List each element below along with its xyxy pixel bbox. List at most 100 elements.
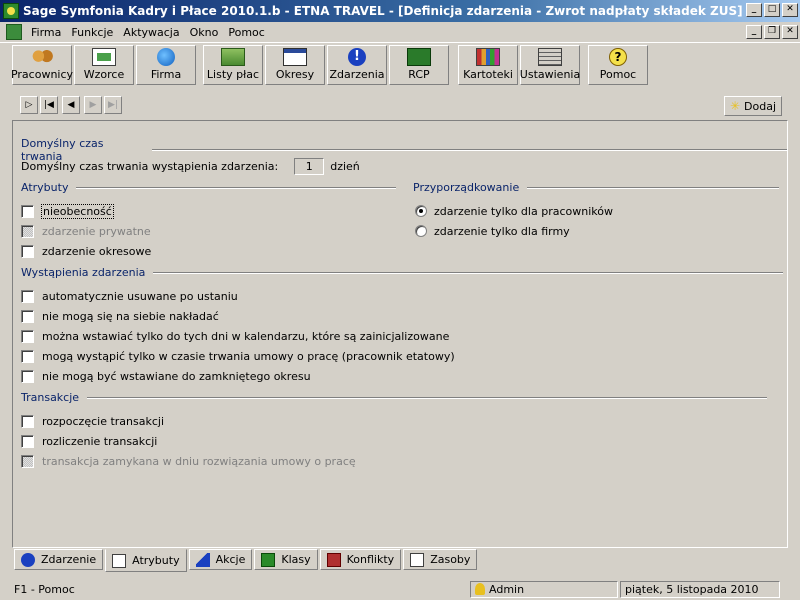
window-title: Sage Symfonia Kadry i Płace 2010.1.b - E… bbox=[23, 4, 743, 18]
menu-firma[interactable]: Firma bbox=[26, 26, 66, 39]
child-minimize-button[interactable]: _ bbox=[746, 25, 762, 39]
auto-remove-label: automatycznie usuwane po ustaniu bbox=[42, 289, 238, 303]
first-record-icon[interactable]: |◀ bbox=[40, 96, 58, 114]
status-user: Admin bbox=[470, 581, 618, 598]
payroll-lists-button[interactable]: Listy płac bbox=[203, 45, 263, 85]
transaction-row[interactable]: rozliczenie transakcji bbox=[21, 433, 157, 449]
help-icon bbox=[609, 48, 627, 66]
default-duration-label: Domyślny czas trwania wystąpienia zdarze… bbox=[21, 159, 279, 173]
next-record-icon[interactable]: ▶ bbox=[84, 96, 102, 114]
company-label: Firma bbox=[150, 68, 182, 81]
records-button[interactable]: Kartoteki bbox=[458, 45, 518, 85]
start-transaction-label: rozpoczęcie transakcji bbox=[42, 414, 165, 428]
initialized-days-label: można wstawiać tylko do tych dni w kalen… bbox=[42, 329, 450, 343]
occurrence-row[interactable]: nie mogą być wstawiane do zamkniętego ok… bbox=[21, 368, 311, 384]
periodic-event-label: zdarzenie okresowe bbox=[42, 244, 152, 258]
child-close-button[interactable]: ✕ bbox=[782, 25, 798, 39]
child-restore-button[interactable]: ❐ bbox=[764, 25, 780, 39]
attr-periodic-row[interactable]: zdarzenie okresowe bbox=[21, 243, 151, 259]
tab-label: Konflikty bbox=[346, 553, 395, 566]
initialized-days-checkbox[interactable] bbox=[21, 329, 34, 343]
absence-checkbox[interactable] bbox=[21, 204, 34, 218]
money-icon bbox=[221, 48, 245, 66]
contract-only-checkbox[interactable] bbox=[21, 349, 34, 363]
private-event-checkbox bbox=[21, 224, 34, 238]
user-icon bbox=[475, 583, 485, 595]
time-clock-icon bbox=[407, 48, 431, 66]
company-button[interactable]: Firma bbox=[136, 45, 196, 85]
tab-actions[interactable]: Akcje bbox=[188, 549, 253, 570]
tab-label: Atrybuty bbox=[132, 554, 180, 567]
maximize-button[interactable]: □ bbox=[764, 3, 780, 17]
closed-period-checkbox[interactable] bbox=[21, 369, 34, 383]
periods-label: Okresy bbox=[275, 68, 315, 81]
attr-private-row: zdarzenie prywatne bbox=[21, 223, 151, 239]
tab-conflicts[interactable]: Konflikty bbox=[319, 549, 402, 570]
auto-remove-checkbox[interactable] bbox=[21, 289, 34, 303]
document-menu-icon[interactable] bbox=[6, 24, 22, 40]
company-only-label: zdarzenie tylko dla firmy bbox=[434, 224, 570, 238]
assign-employees-row[interactable]: zdarzenie tylko dla pracowników bbox=[415, 203, 613, 219]
conflicts-icon bbox=[326, 552, 341, 567]
last-record-icon[interactable]: ▶| bbox=[104, 96, 122, 114]
occurrence-row[interactable]: automatycznie usuwane po ustaniu bbox=[21, 288, 238, 304]
star-icon: ✳ bbox=[729, 99, 741, 113]
periods-button[interactable]: Okresy bbox=[265, 45, 325, 85]
tab-attributes[interactable]: Atrybuty bbox=[105, 549, 187, 572]
events-label: Zdarzenia bbox=[329, 68, 385, 81]
default-duration-unit: dzień bbox=[330, 159, 360, 173]
default-duration-row: Domyślny czas trwania wystąpienia zdarze… bbox=[21, 157, 360, 175]
rcp-button[interactable]: RCP bbox=[389, 45, 449, 85]
attr-absence-row[interactable]: nieobecność bbox=[21, 203, 114, 219]
templates-button[interactable]: Wzorce bbox=[74, 45, 134, 85]
close-button[interactable]: ✕ bbox=[782, 3, 798, 17]
tab-strip: Zdarzenie Atrybuty Akcje Klasy Konflikty… bbox=[14, 549, 479, 572]
assign-company-row[interactable]: zdarzenie tylko dla firmy bbox=[415, 223, 570, 239]
close-on-termination-label: transakcja zamykana w dniu rozwiązania u… bbox=[42, 454, 356, 468]
tab-classes[interactable]: Klasy bbox=[254, 549, 318, 570]
occurrence-row[interactable]: nie mogą się na siebie nakładać bbox=[21, 308, 219, 324]
transaction-row: transakcja zamykana w dniu rozwiązania u… bbox=[21, 453, 356, 469]
employees-only-radio[interactable] bbox=[415, 205, 427, 217]
menu-funkcje[interactable]: Funkcje bbox=[66, 26, 118, 39]
section-title: Wystąpienia zdarzenia bbox=[21, 266, 146, 279]
section-divider bbox=[153, 271, 784, 274]
tab-label: Klasy bbox=[281, 553, 311, 566]
default-duration-input[interactable]: 1 bbox=[294, 157, 325, 175]
status-date: piątek, 5 listopada 2010 bbox=[620, 581, 780, 598]
play-icon[interactable]: ▷ bbox=[20, 96, 38, 114]
company-only-radio[interactable] bbox=[415, 225, 427, 237]
section-divider bbox=[151, 149, 787, 151]
tab-label: Akcje bbox=[215, 553, 246, 566]
no-overlap-checkbox[interactable] bbox=[21, 309, 34, 323]
section-title: Transakcje bbox=[21, 391, 80, 404]
periodic-event-checkbox[interactable] bbox=[21, 244, 34, 258]
template-icon bbox=[92, 48, 116, 66]
status-user-label: Admin bbox=[489, 583, 525, 596]
menu-okno[interactable]: Okno bbox=[185, 26, 224, 39]
tab-resources[interactable]: Zasoby bbox=[403, 549, 478, 570]
start-transaction-checkbox[interactable] bbox=[21, 414, 34, 428]
settle-transaction-checkbox[interactable] bbox=[21, 434, 34, 448]
add-button[interactable]: ✳ Dodaj bbox=[724, 96, 782, 116]
events-button[interactable]: Zdarzenia bbox=[327, 45, 387, 85]
menu-aktywacja[interactable]: Aktywacja bbox=[118, 26, 184, 39]
transaction-row[interactable]: rozpoczęcie transakcji bbox=[21, 413, 164, 429]
occurrence-row[interactable]: mogą wystąpić tylko w czasie trwania umo… bbox=[21, 348, 455, 364]
menu-pomoc[interactable]: Pomoc bbox=[223, 26, 269, 39]
previous-record-icon[interactable]: ◀ bbox=[62, 96, 80, 114]
settings-sliders-icon bbox=[538, 48, 562, 66]
event-attributes-panel: Domyślny czas trwania Domyślny czas trwa… bbox=[12, 120, 788, 548]
help-button[interactable]: Pomoc bbox=[588, 45, 648, 85]
settings-button[interactable]: Ustawienia bbox=[520, 45, 580, 85]
status-help-text: F1 - Pomoc bbox=[14, 583, 75, 596]
employees-button[interactable]: Pracownicy bbox=[11, 45, 73, 85]
employees-only-label: zdarzenie tylko dla pracowników bbox=[434, 204, 613, 218]
minimize-button[interactable]: _ bbox=[746, 3, 762, 17]
resources-icon bbox=[410, 552, 425, 567]
calendar-icon bbox=[283, 48, 307, 66]
section-divider bbox=[76, 186, 397, 189]
tab-event[interactable]: Zdarzenie bbox=[14, 549, 104, 570]
occurrence-row[interactable]: można wstawiać tylko do tych dni w kalen… bbox=[21, 328, 449, 344]
templates-label: Wzorce bbox=[83, 68, 125, 81]
